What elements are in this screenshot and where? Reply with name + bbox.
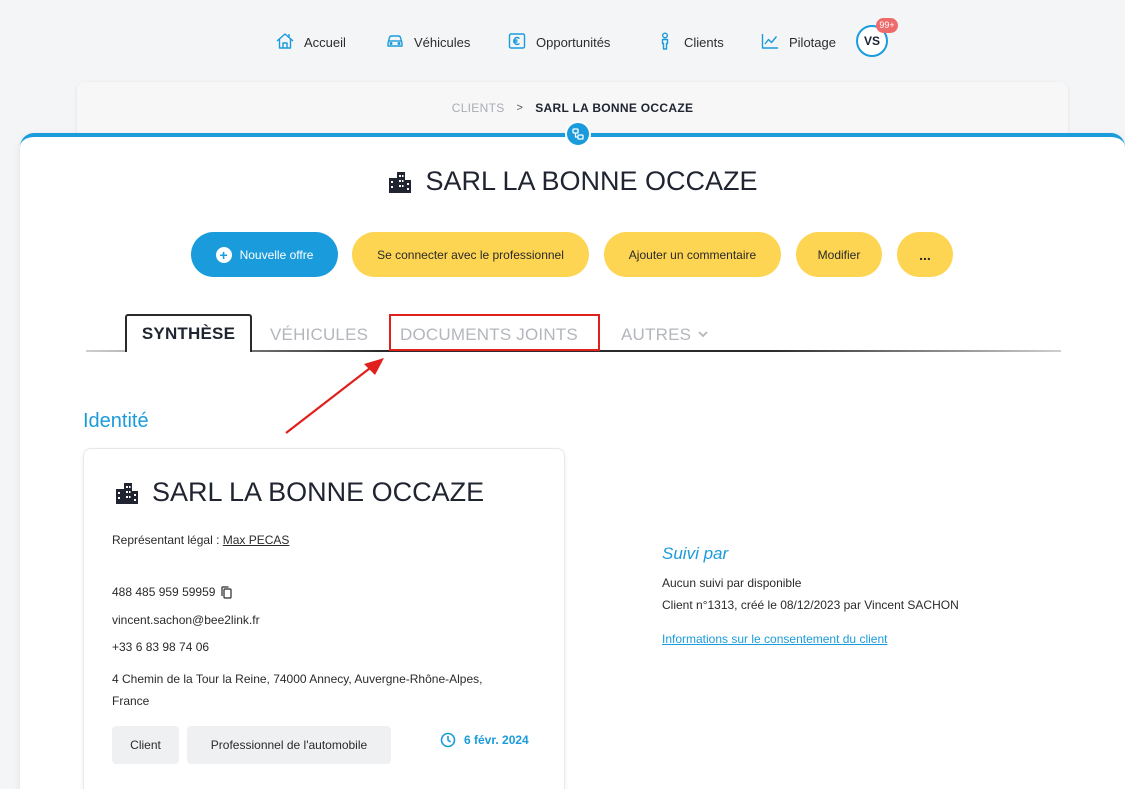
nav-item-vehicules[interactable]: Véhicules <box>385 30 470 54</box>
tag-professionnel[interactable]: Professionnel de l'automobile <box>187 726 391 764</box>
suivi-none-text: Aucun suivi par disponible <box>662 576 802 590</box>
creation-date-text: 6 févr. 2024 <box>464 733 529 747</box>
car-icon <box>385 31 405 54</box>
siret-number: 488 485 959 59959 <box>112 585 216 599</box>
phone-text: +33 6 83 98 74 06 <box>112 640 210 654</box>
chart-icon <box>760 31 780 54</box>
person-icon <box>655 31 675 54</box>
plus-circle-icon: + <box>215 246 232 263</box>
client-meta-text: Client n°1313, créé le 08/12/2023 par Vi… <box>662 598 959 612</box>
tab-autres-label: AUTRES <box>621 325 692 344</box>
more-actions-button[interactable]: ... <box>897 232 953 277</box>
tab-vehicules[interactable]: VÉHICULES <box>270 318 368 352</box>
creation-date: 6 févr. 2024 <box>440 732 529 748</box>
new-offer-button[interactable]: + Nouvelle offre <box>191 232 338 277</box>
nav-label: Clients <box>684 34 724 50</box>
switch-view-button[interactable] <box>565 121 591 147</box>
legal-rep-label: Représentant légal : <box>112 533 220 547</box>
breadcrumb-clients-link[interactable]: CLIENTS <box>452 101 505 115</box>
breadcrumb: CLIENTS > SARL LA BONNE OCCAZE <box>0 101 1125 115</box>
tag-client[interactable]: Client <box>112 726 179 764</box>
modify-button[interactable]: Modifier <box>796 232 882 277</box>
identity-section-title: Identité <box>83 410 149 432</box>
nav-label: Opportunités <box>536 34 611 50</box>
add-comment-button[interactable]: Ajouter un commentaire <box>604 232 781 277</box>
company-name: SARL LA BONNE OCCAZE <box>152 477 485 507</box>
euro-icon <box>507 31 527 54</box>
legal-rep-link[interactable]: Max PECAS <box>223 533 290 547</box>
home-icon <box>275 31 295 54</box>
page-title-text: SARL LA BONNE OCCAZE <box>425 166 758 196</box>
identity-card-title: SARL LA BONNE OCCAZE <box>114 477 484 508</box>
nav-label: Véhicules <box>414 34 471 50</box>
notification-badge[interactable]: 99+ <box>876 18 898 33</box>
new-offer-label: Nouvelle offre <box>239 247 314 262</box>
tab-synthese[interactable]: SYNTHÈSE <box>125 314 252 352</box>
nav-item-pilotage[interactable]: Pilotage <box>760 30 836 54</box>
tab-documents-joints[interactable]: DOCUMENTS JOINTS <box>400 318 578 352</box>
copy-icon[interactable] <box>221 585 233 599</box>
nav-item-accueil[interactable]: Accueil <box>275 30 346 54</box>
email-text: vincent.sachon@bee2link.fr <box>112 613 260 627</box>
breadcrumb-current: SARL LA BONNE OCCAZE <box>535 101 694 115</box>
clock-icon <box>440 732 456 748</box>
nav-item-clients[interactable]: Clients <box>655 30 724 54</box>
consent-info-link[interactable]: Informations sur le consentement du clie… <box>662 632 887 646</box>
nav-item-opportunites[interactable]: Opportunités <box>507 30 610 54</box>
siret-line: 488 485 959 59959 <box>112 585 233 599</box>
page-title: SARL LA BONNE OCCAZE <box>0 166 1125 197</box>
annotation-arrow-icon <box>285 358 384 434</box>
building-icon <box>114 480 140 506</box>
connect-professional-button[interactable]: Se connecter avec le professionnel <box>352 232 589 277</box>
tab-autres[interactable]: AUTRES <box>621 318 709 352</box>
chevron-down-icon <box>697 325 709 345</box>
legal-representative: Représentant légal : Max PECAS <box>112 533 289 547</box>
nav-label: Accueil <box>304 34 346 50</box>
suivi-title: Suivi par <box>662 544 729 563</box>
chevron-right-icon: > <box>516 102 524 114</box>
building-icon <box>387 169 413 195</box>
swap-icon <box>572 128 584 140</box>
address-text: 4 Chemin de la Tour la Reine, 74000 Anne… <box>112 672 483 708</box>
top-navigation: Accueil Véhicules Opportunités Clients P… <box>0 0 1125 84</box>
nav-label: Pilotage <box>789 34 836 50</box>
